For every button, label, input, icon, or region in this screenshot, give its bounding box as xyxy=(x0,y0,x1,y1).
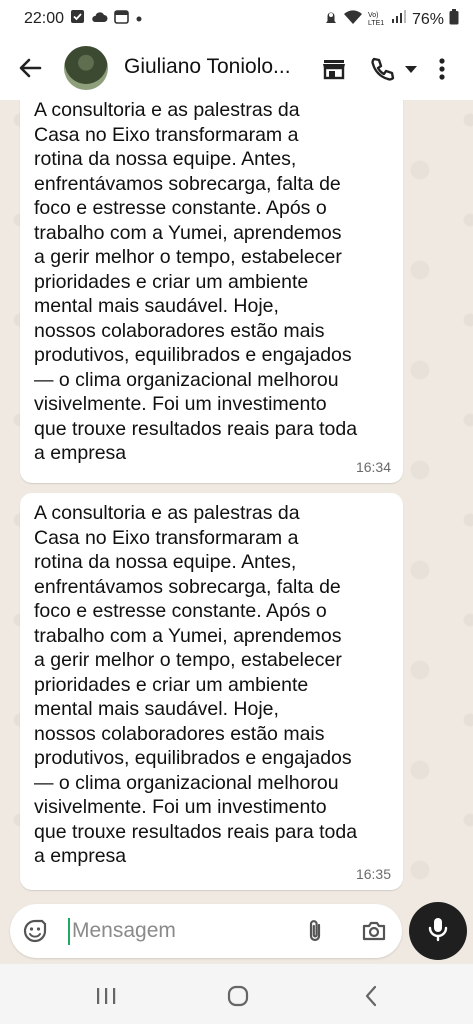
dropdown-icon[interactable] xyxy=(402,55,420,83)
message-text: A consultoria e as palestras da Casa no … xyxy=(34,100,358,464)
store-icon[interactable] xyxy=(320,55,348,83)
home-icon[interactable] xyxy=(224,982,252,1010)
message-bubble[interactable]: A consultoria e as palestras da Casa no … xyxy=(20,493,403,890)
avatar[interactable] xyxy=(64,46,108,90)
mic-button[interactable] xyxy=(409,902,467,960)
nav-back-icon[interactable] xyxy=(358,982,386,1010)
signal-icon xyxy=(391,10,407,29)
chat-header: Giuliano Toniolo... xyxy=(0,38,473,101)
cloud-icon xyxy=(91,10,108,28)
system-nav-bar xyxy=(0,964,473,1024)
phone-icon[interactable] xyxy=(368,55,396,83)
back-arrow-icon[interactable] xyxy=(16,54,44,82)
message-composer xyxy=(10,904,402,958)
alarm-icon xyxy=(324,9,338,30)
wifi-icon xyxy=(343,9,363,30)
battery-percent: 76% xyxy=(411,10,444,28)
recents-icon[interactable] xyxy=(92,982,120,1010)
status-time: 22:00 xyxy=(24,10,65,27)
battery-icon xyxy=(449,9,459,30)
contact-name[interactable]: Giuliano Toniolo... xyxy=(124,55,306,79)
checkbox-notification-icon xyxy=(70,9,85,29)
message-time: 16:34 xyxy=(355,459,391,475)
message-input[interactable] xyxy=(72,916,272,946)
dot-icon xyxy=(135,10,143,28)
calendar-notification-icon xyxy=(114,9,129,29)
mic-icon xyxy=(426,915,450,948)
camera-icon[interactable] xyxy=(360,917,388,945)
message-time: 16:35 xyxy=(355,866,391,882)
message-text: A consultoria e as palestras da Casa no … xyxy=(34,502,358,867)
message-bubble[interactable]: A consultoria e as palestras da Casa no … xyxy=(20,100,403,483)
chat-area[interactable]: A consultoria e as palestras da Casa no … xyxy=(0,100,473,900)
network-label: Vo) LTE1 xyxy=(367,11,385,27)
sticker-icon[interactable] xyxy=(22,918,48,944)
text-caret xyxy=(68,918,70,945)
status-bar: 22:00 Vo) LTE1 76% xyxy=(0,0,473,38)
more-vert-icon[interactable] xyxy=(432,55,452,83)
paperclip-icon[interactable] xyxy=(302,917,330,945)
